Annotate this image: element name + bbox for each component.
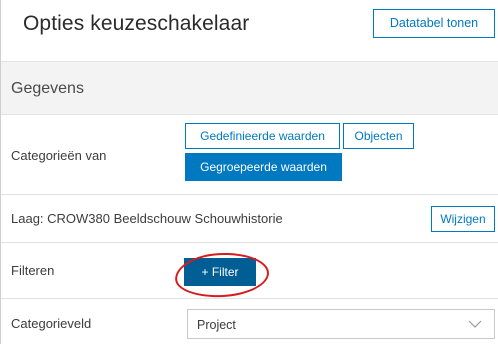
switcher-options-panel: Opties keuzeschakelaar Datatabel tonen G… (0, 0, 498, 344)
section-title: Gegevens (11, 80, 84, 97)
category-field-label: Categorieveld (11, 316, 92, 331)
add-filter-button[interactable]: + Filter (184, 258, 256, 286)
category-field-select[interactable]: Project (187, 309, 495, 339)
panel-header: Opties keuzeschakelaar Datatabel tonen (1, 0, 498, 60)
objects-button[interactable]: Objecten (343, 123, 414, 149)
defined-values-button[interactable]: Gedefinieerde waarden (185, 123, 340, 149)
panel-title: Opties keuzeschakelaar (23, 12, 250, 35)
categories-label: Categorieën van (11, 148, 107, 163)
filter-row: Filteren + Filter (1, 243, 498, 299)
chevron-down-icon (468, 320, 482, 328)
categories-row: Categorieën van Gedefinieerde waarden Ob… (1, 115, 498, 195)
category-field-row: Categorieveld Project (1, 299, 498, 344)
data-section-header: Gegevens (1, 61, 498, 115)
layer-label: Laag: CROW380 Beeldschouw Schouwhistorie (11, 211, 283, 226)
show-datatable-button[interactable]: Datatabel tonen (373, 9, 495, 38)
grouped-values-button[interactable]: Gegroepeerde waarden (185, 153, 342, 181)
filter-label: Filteren (11, 263, 55, 278)
change-layer-button[interactable]: Wijzigen (431, 206, 495, 232)
layer-row: Laag: CROW380 Beeldschouw Schouwhistorie… (1, 195, 498, 243)
category-field-value: Project (197, 318, 236, 332)
